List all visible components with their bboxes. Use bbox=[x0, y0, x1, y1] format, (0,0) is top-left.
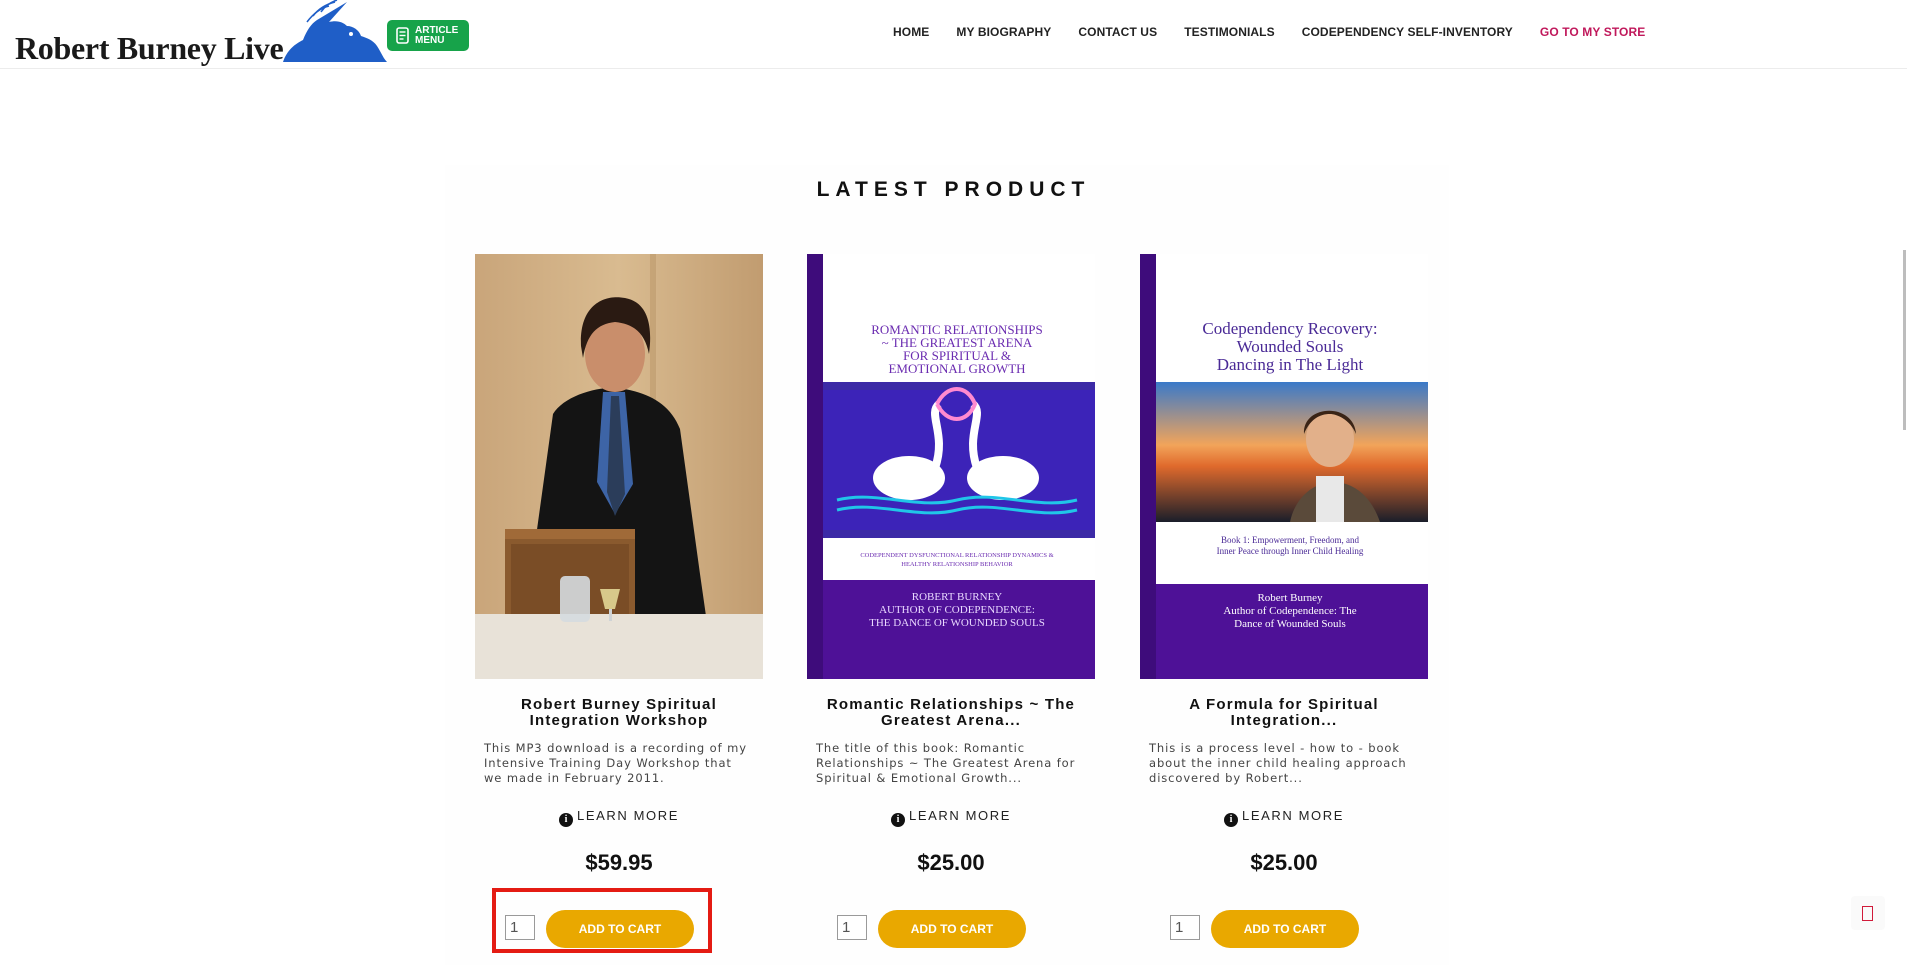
product-image[interactable]: Codependency Recovery: Wounded Souls Danci… bbox=[1140, 254, 1428, 679]
add-to-cart-row: 1 ADD TO CART bbox=[1154, 902, 1412, 954]
add-to-cart-button[interactable]: ADD TO CART bbox=[878, 910, 1026, 948]
site-logo[interactable]: Robert Burney Live bbox=[15, 0, 387, 68]
product-image[interactable]: ROMANTIC RELATIONSHIPS ~ THE GREATEST ARE… bbox=[807, 254, 1095, 679]
add-to-cart-button[interactable]: ADD TO CART bbox=[1211, 910, 1359, 948]
product-description: The title of this book: Romantic Relatio… bbox=[816, 741, 1076, 785]
learn-more-label: LEARN MORE bbox=[577, 808, 679, 823]
nav-my-biography[interactable]: MY BIOGRAPHY bbox=[956, 25, 1051, 39]
product-price: $25.00 bbox=[1250, 850, 1318, 875]
speaker-photo bbox=[475, 254, 763, 679]
bookmark-icon bbox=[1862, 906, 1873, 921]
product-image[interactable] bbox=[475, 254, 763, 679]
logo-text: Robert Burney Live bbox=[15, 30, 284, 66]
learn-more-label: LEARN MORE bbox=[909, 808, 1011, 823]
product-name[interactable]: A Formula for Spiritual Integration... bbox=[1140, 697, 1428, 729]
learn-more-label: LEARN MORE bbox=[1242, 808, 1344, 823]
svg-text:Book 1: Empowerment, Freedom,: Book 1: Empowerment, Freedom, and Inner P… bbox=[1217, 535, 1364, 556]
product-description: This MP3 download is a recording of my I… bbox=[484, 741, 747, 785]
add-to-cart-highlight bbox=[492, 888, 712, 953]
article-menu-label: ARTICLE MENU bbox=[415, 24, 459, 46]
unicorn-logo-icon bbox=[283, 0, 387, 62]
learn-more-link[interactable]: i LEARN MORE bbox=[807, 808, 1095, 827]
info-icon: i bbox=[1224, 813, 1239, 827]
learn-more-link[interactable]: i LEARN MORE bbox=[475, 808, 763, 827]
quantity-input[interactable]: 1 bbox=[837, 915, 867, 940]
quantity-input[interactable]: 1 bbox=[1170, 915, 1200, 940]
document-icon bbox=[396, 27, 409, 44]
scrollbar[interactable] bbox=[1903, 250, 1906, 430]
floating-bookmark-button[interactable] bbox=[1851, 896, 1885, 930]
book-cover-romantic-relationships: ROMANTIC RELATIONSHIPS ~ THE GREATEST ARE… bbox=[807, 254, 1095, 679]
nav-codependency-self-inventory[interactable]: CODEPENDENCY SELF-INVENTORY bbox=[1302, 25, 1513, 39]
article-menu-button[interactable]: ARTICLE MENU bbox=[387, 20, 469, 51]
book-cover-wounded-souls-dancing: Codependency Recovery: Wounded Souls Danci… bbox=[1140, 254, 1428, 679]
section-title: LATEST PRODUCT bbox=[816, 178, 1091, 201]
site-header: Robert Burney Live ARTICLE MENU HOME MY … bbox=[0, 0, 1907, 69]
cover-title-line: ROMANTIC RELATIONSHIPS ~ THE GREATEST ARE… bbox=[871, 322, 1043, 376]
product-name[interactable]: Robert Burney Spiritual Integration Work… bbox=[475, 697, 763, 729]
nav-testimonials[interactable]: TESTIMONIALS bbox=[1184, 25, 1275, 39]
product-name[interactable]: Romantic Relationships ~ The Greatest Ar… bbox=[807, 697, 1095, 729]
learn-more-link[interactable]: i LEARN MORE bbox=[1140, 808, 1428, 827]
main-nav: HOME MY BIOGRAPHY CONTACT US TESTIMONIAL… bbox=[893, 25, 1645, 39]
nav-home[interactable]: HOME bbox=[893, 25, 929, 39]
nav-go-to-my-store[interactable]: GO TO MY STORE bbox=[1540, 25, 1645, 39]
nav-contact-us[interactable]: CONTACT US bbox=[1078, 25, 1157, 39]
product-price: $25.00 bbox=[917, 850, 985, 875]
product-price: $59.95 bbox=[585, 850, 653, 875]
info-icon: i bbox=[559, 813, 574, 827]
product-description: This is a process level - how to - book … bbox=[1149, 741, 1407, 785]
info-icon: i bbox=[891, 813, 906, 827]
add-to-cart-row: 1 ADD TO CART bbox=[821, 902, 1079, 954]
